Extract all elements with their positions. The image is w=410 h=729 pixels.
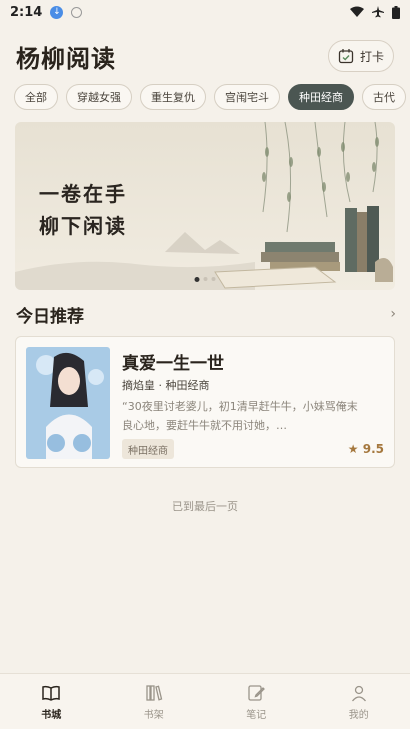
section-title: 今日推荐: [16, 306, 84, 327]
calendar-check-icon: [338, 49, 354, 64]
nav-bookstore[interactable]: 书城: [0, 674, 103, 729]
bottom-nav: 书城 书架 笔记 我的: [0, 673, 410, 729]
book-card[interactable]: 真爱一生一世 摘焰皇 · 种田经商 “30夜里讨老婆儿，初1清早赶牛牛，小妹骂俺…: [15, 336, 395, 468]
download-icon: ↓: [50, 5, 64, 19]
star-icon: ★: [347, 442, 359, 456]
user-icon: [351, 685, 366, 701]
category-tabs: 全部 穿越女强 重生复仇 宫闱宅斗 种田经商 古代: [14, 84, 410, 110]
banner-line-2: 柳下闲读: [39, 214, 127, 238]
tab-rebirth-revenge[interactable]: 重生复仇: [140, 84, 206, 110]
banner-slogan: 一卷在手 柳下闲读: [39, 178, 127, 242]
info-icon: [71, 6, 83, 18]
carousel-dot: [203, 277, 208, 281]
wifi-icon: [350, 6, 364, 17]
nav-label: 我的: [348, 709, 369, 721]
battery-icon: [392, 5, 400, 19]
header: 杨柳阅读 打卡: [16, 38, 394, 74]
nav-label: 笔记: [246, 709, 267, 721]
status-bar: 2:14 ↓: [0, 0, 410, 24]
book-open-icon: [42, 685, 60, 701]
chevron-right-icon[interactable]: ›: [390, 306, 396, 322]
nav-profile[interactable]: 我的: [308, 674, 410, 729]
book-cover[interactable]: [26, 347, 110, 459]
recommend-section-header[interactable]: 今日推荐 ›: [16, 302, 396, 327]
carousel-dot: [194, 277, 200, 282]
nav-label: 书架: [143, 709, 164, 721]
status-time: 2:14: [10, 4, 43, 20]
tab-all[interactable]: 全部: [14, 84, 58, 110]
app-title: 杨柳阅读: [16, 43, 116, 73]
tab-ancient[interactable]: 古代: [362, 84, 406, 110]
nav-notes[interactable]: 笔记: [205, 674, 308, 729]
cover-illustration: [26, 347, 110, 459]
banner-carousel[interactable]: 一卷在手 柳下闲读: [15, 122, 395, 290]
nav-label: 书城: [41, 709, 62, 721]
book-title[interactable]: 真爱一生一世: [122, 349, 224, 374]
tab-farming-business[interactable]: 种田经商: [288, 84, 354, 110]
rating-value: 9.5: [362, 442, 384, 456]
tab-palace-intrigue[interactable]: 宫闱宅斗: [214, 84, 280, 110]
note-icon: [248, 684, 266, 701]
book-author-genre: 摘焰皇 · 种田经商: [122, 379, 210, 392]
banner-line-1: 一卷在手: [39, 182, 127, 206]
bookshelf-icon: [146, 684, 163, 701]
checkin-label: 打卡: [359, 49, 384, 64]
carousel-indicator: [194, 277, 216, 282]
end-of-list-note: 已到最后一页: [172, 500, 238, 513]
genre-tag: 种田经商: [122, 439, 174, 459]
checkin-button[interactable]: 打卡: [328, 40, 394, 72]
airplane-icon: [372, 6, 384, 18]
book-rating: ★ 9.5: [348, 442, 384, 456]
tab-time-travel[interactable]: 穿越女强: [66, 84, 132, 110]
nav-bookshelf[interactable]: 书架: [103, 674, 206, 729]
book-description: “30夜里讨老婆儿，初1清早赶牛牛，小妹骂俺末良心地，要赶牛牛就不用讨她，…: [122, 400, 358, 432]
carousel-dot: [211, 277, 216, 281]
